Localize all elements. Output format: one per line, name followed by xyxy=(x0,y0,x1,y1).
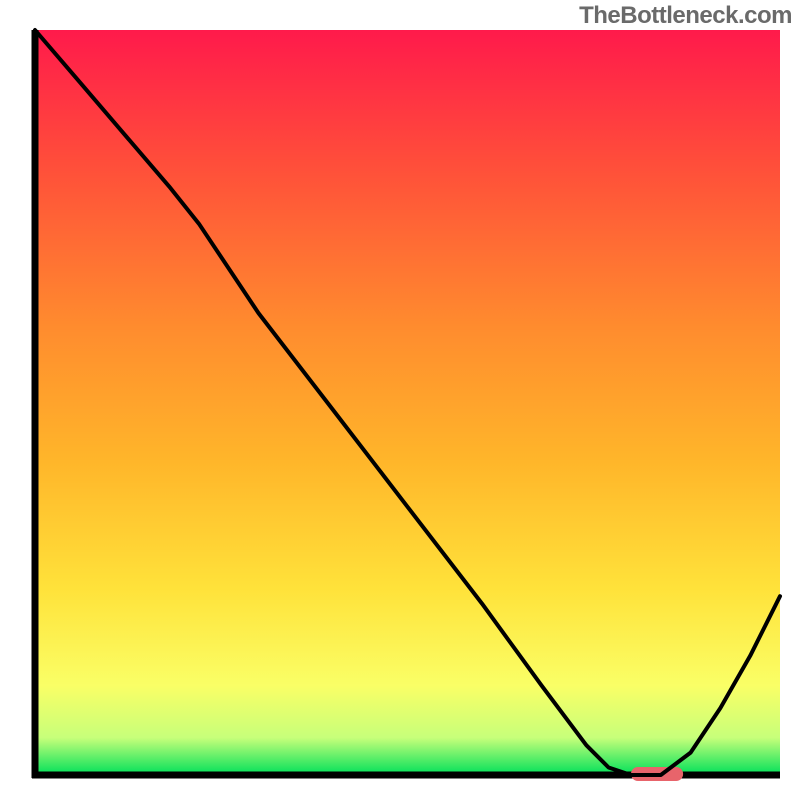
bottleneck-chart xyxy=(0,0,800,800)
chart-container: TheBottleneck.com xyxy=(0,0,800,800)
gradient-background xyxy=(35,30,780,775)
